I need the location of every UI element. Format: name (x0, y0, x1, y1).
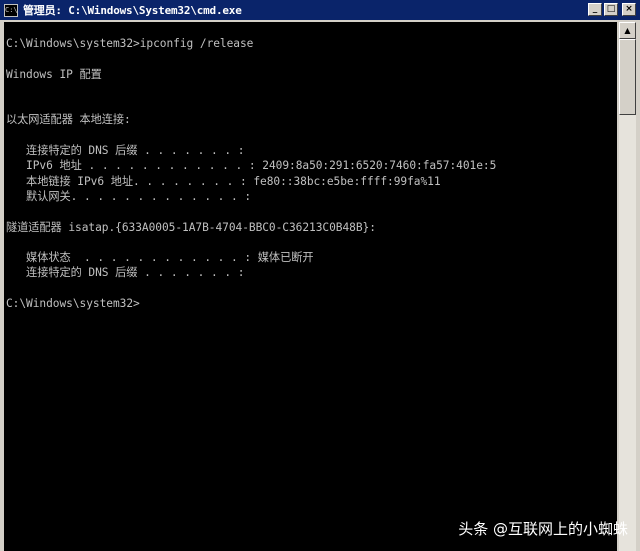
window-title: 管理员: C:\Windows\System32\cmd.exe (23, 4, 242, 17)
watermark: 头条 @互联网上的小蜘蛛 (458, 520, 628, 538)
vertical-scrollbar[interactable]: ▲ (619, 22, 636, 551)
maximize-button[interactable]: □ (604, 3, 618, 16)
console-output[interactable]: C:\Windows\system32>ipconfig /release Wi… (4, 22, 617, 551)
cmd-window: C:\ 管理员: C:\Windows\System32\cmd.exe _ □… (0, 0, 640, 551)
cmd-window-icon[interactable]: C:\ (4, 3, 18, 17)
console-text: C:\Windows\system32>ipconfig /release Wi… (6, 37, 497, 311)
window-controls: _ □ × (588, 3, 636, 16)
close-button[interactable]: × (622, 3, 636, 16)
scroll-up-button[interactable]: ▲ (619, 22, 636, 39)
minimize-button[interactable]: _ (588, 3, 602, 16)
scroll-thumb[interactable] (619, 39, 636, 115)
title-bar[interactable]: C:\ 管理员: C:\Windows\System32\cmd.exe _ □… (0, 0, 640, 20)
